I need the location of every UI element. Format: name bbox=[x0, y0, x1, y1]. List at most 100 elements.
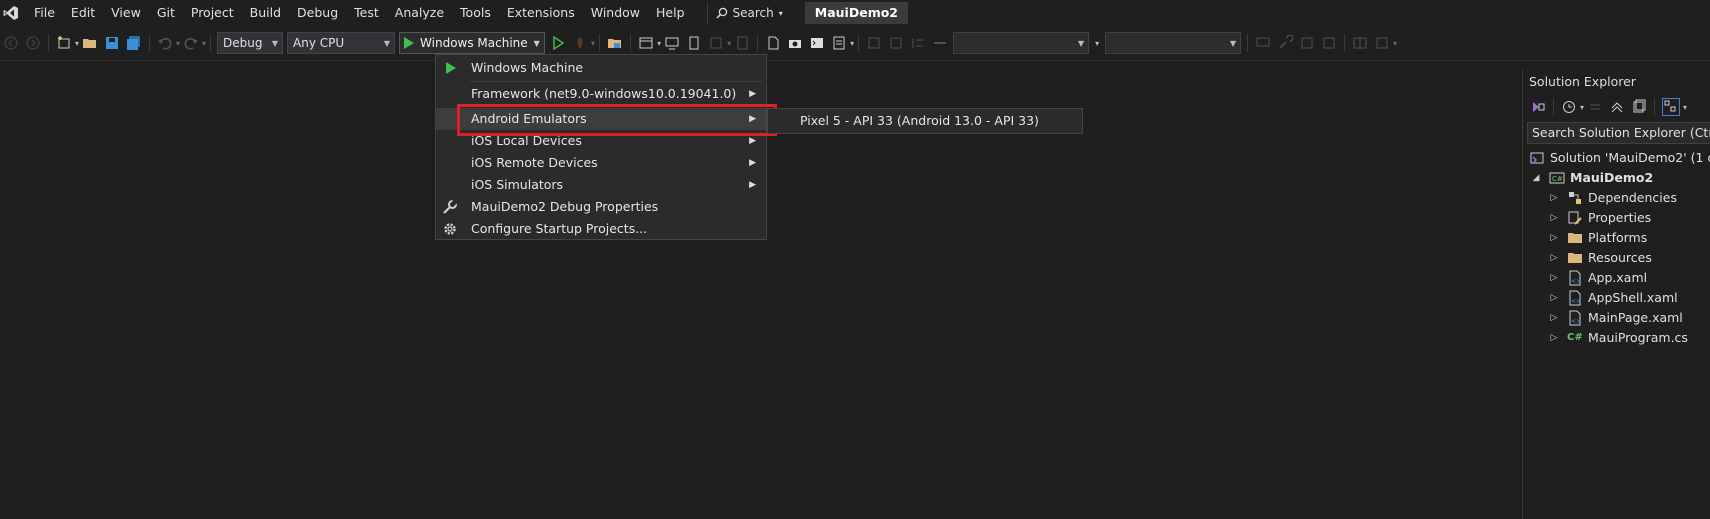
tree-item-platforms[interactable]: ▷ Platforms bbox=[1549, 228, 1648, 248]
horizontal-rule-icon[interactable] bbox=[932, 35, 948, 51]
tree-item-mainpage-xaml[interactable]: ▷ <> MainPage.xaml bbox=[1549, 308, 1683, 328]
device-icon[interactable] bbox=[686, 35, 702, 51]
tree-project-node[interactable]: ◢ C# MauiDemo2 bbox=[1531, 168, 1654, 188]
menu-test[interactable]: Test bbox=[346, 0, 387, 26]
wrench-icon[interactable] bbox=[1277, 34, 1294, 51]
menu-item-label: Configure Startup Projects... bbox=[471, 221, 648, 236]
snap-icon[interactable] bbox=[1299, 35, 1315, 51]
menu-extensions[interactable]: Extensions bbox=[499, 0, 583, 26]
collapsed-arrow-icon[interactable]: ▷ bbox=[1549, 188, 1559, 208]
monitor-icon[interactable] bbox=[664, 35, 680, 51]
chevron-down-icon[interactable]: ▾ bbox=[1393, 39, 1397, 48]
menu-help[interactable]: Help bbox=[648, 0, 693, 26]
save-all-icon[interactable] bbox=[126, 35, 142, 51]
tree-solution-node[interactable]: Solution 'MauiDemo2' (1 of 1 project) bbox=[1529, 148, 1710, 168]
align-icon[interactable] bbox=[866, 35, 882, 51]
chevron-down-icon[interactable]: ▾ bbox=[657, 39, 661, 48]
menu-analyze[interactable]: Analyze bbox=[387, 0, 452, 26]
menu-window[interactable]: Window bbox=[583, 0, 648, 26]
preview-selected-items-icon[interactable] bbox=[1662, 98, 1681, 116]
toolbar-empty-dropdown-2[interactable]: ▼ bbox=[1105, 32, 1242, 54]
properties-icon[interactable] bbox=[831, 35, 847, 51]
collapsed-arrow-icon[interactable]: ▷ bbox=[1549, 328, 1559, 348]
solution-configuration-dropdown[interactable]: Debug ▼ bbox=[217, 32, 284, 54]
grid-icon[interactable] bbox=[888, 35, 904, 51]
navigate-forward-icon[interactable] bbox=[25, 35, 41, 51]
menu-view[interactable]: View bbox=[103, 0, 149, 26]
tree-item-appshell-xaml[interactable]: ▷ <> AppShell.xaml bbox=[1549, 288, 1678, 308]
chevron-down-icon[interactable]: ▾ bbox=[591, 39, 595, 48]
show-all-files-icon[interactable] bbox=[1631, 99, 1647, 115]
menu-edit[interactable]: Edit bbox=[63, 0, 103, 26]
browse-folder-icon[interactable] bbox=[607, 35, 623, 51]
open-folder-icon[interactable] bbox=[82, 35, 98, 51]
visual-studio-logo-icon[interactable] bbox=[2, 4, 20, 22]
collapsed-arrow-icon[interactable]: ▷ bbox=[1549, 308, 1559, 328]
tree-item-properties[interactable]: ▷ Properties bbox=[1549, 208, 1652, 228]
menu-file[interactable]: File bbox=[26, 0, 63, 26]
expanded-arrow-icon[interactable]: ◢ bbox=[1531, 168, 1541, 188]
chevron-down-icon[interactable]: ▾ bbox=[727, 39, 731, 48]
menu-item-debug-properties[interactable]: MauiDemo2 Debug Properties bbox=[436, 196, 766, 218]
menu-item-ios-simulators[interactable]: iOS Simulators ▶ bbox=[436, 174, 766, 196]
navigate-back-icon[interactable] bbox=[3, 35, 19, 51]
save-icon[interactable] bbox=[104, 35, 120, 51]
layout-window-icon[interactable] bbox=[638, 35, 654, 51]
comment-icon[interactable] bbox=[1255, 35, 1271, 51]
chevron-down-icon[interactable]: ▼ bbox=[534, 39, 540, 48]
collapsed-arrow-icon[interactable]: ▷ bbox=[1549, 268, 1559, 288]
solution-name-badge[interactable]: MauiDemo2 bbox=[804, 2, 909, 24]
start-debugging-button[interactable]: Windows Machine ▼ bbox=[399, 32, 546, 54]
collapse-all-icon[interactable] bbox=[1609, 99, 1625, 115]
menu-item-framework[interactable]: Framework (net9.0-windows10.0.19041.0) ▶ bbox=[436, 83, 766, 105]
new-project-icon[interactable] bbox=[56, 35, 72, 51]
menu-item-configure-startup[interactable]: Configure Startup Projects... bbox=[436, 218, 766, 240]
page-icon[interactable] bbox=[734, 35, 750, 51]
document-icon[interactable] bbox=[765, 35, 781, 51]
tree-item-resources[interactable]: ▷ Resources bbox=[1549, 248, 1652, 268]
collapsed-arrow-icon[interactable]: ▷ bbox=[1549, 288, 1559, 308]
tree-item-app-xaml[interactable]: ▷ <> App.xaml bbox=[1549, 268, 1647, 288]
switch-views-icon[interactable] bbox=[1530, 99, 1546, 115]
collapsed-arrow-icon[interactable]: ▷ bbox=[1549, 248, 1559, 268]
format-icon[interactable] bbox=[910, 35, 926, 51]
chevron-down-icon[interactable]: ▾ bbox=[1683, 103, 1687, 112]
menu-item-ios-remote-devices[interactable]: iOS Remote Devices ▶ bbox=[436, 152, 766, 174]
collapsed-arrow-icon[interactable]: ▷ bbox=[1549, 228, 1559, 248]
bookmark-icon[interactable] bbox=[708, 35, 724, 51]
layout-icon[interactable] bbox=[1321, 35, 1337, 51]
tree-item-mauiprogram-cs[interactable]: ▷ C# MauiProgram.cs bbox=[1549, 328, 1688, 348]
menu-debug[interactable]: Debug bbox=[289, 0, 346, 26]
chevron-down-icon[interactable]: ▾ bbox=[850, 39, 854, 48]
chevron-down-icon: ▼ bbox=[271, 38, 279, 48]
chevron-down-icon[interactable]: ▾ bbox=[176, 39, 180, 48]
chevron-down-icon[interactable]: ▾ bbox=[202, 39, 206, 48]
android-emulator-submenu-item[interactable]: Pixel 5 - API 33 (Android 13.0 - API 33) bbox=[767, 108, 1083, 134]
toolbar-empty-dropdown-1[interactable]: ▼ bbox=[953, 32, 1090, 54]
menu-git[interactable]: Git bbox=[149, 0, 183, 26]
menu-build[interactable]: Build bbox=[242, 0, 289, 26]
solution-platform-dropdown[interactable]: Any CPU ▼ bbox=[287, 32, 396, 54]
svg-text:<>: <> bbox=[1571, 278, 1581, 285]
redo-icon[interactable] bbox=[183, 35, 199, 51]
table-icon[interactable] bbox=[1352, 35, 1368, 51]
menu-tools[interactable]: Tools bbox=[452, 0, 499, 26]
chevron-down-icon[interactable]: ▾ bbox=[1095, 39, 1099, 48]
camera-icon[interactable] bbox=[787, 35, 803, 51]
collapsed-arrow-icon[interactable]: ▷ bbox=[1549, 208, 1559, 228]
undo-icon[interactable] bbox=[157, 35, 173, 51]
hot-reload-icon[interactable] bbox=[572, 35, 588, 51]
merge-icon[interactable] bbox=[1374, 35, 1390, 51]
menu-project[interactable]: Project bbox=[183, 0, 242, 26]
start-without-debugging-icon[interactable] bbox=[550, 35, 566, 51]
tree-item-dependencies[interactable]: ▷ Dependencies bbox=[1549, 188, 1677, 208]
history-icon[interactable] bbox=[1561, 99, 1577, 115]
chevron-down-icon[interactable]: ▾ bbox=[75, 39, 79, 48]
terminal-icon[interactable] bbox=[809, 35, 825, 51]
menu-item-windows-machine[interactable]: Windows Machine bbox=[436, 57, 766, 79]
chevron-down-icon[interactable]: ▾ bbox=[1580, 103, 1584, 112]
sync-icon[interactable] bbox=[1587, 99, 1603, 115]
search-button[interactable]: Search ▾ bbox=[706, 2, 791, 24]
solution-explorer-search-input[interactable]: Search Solution Explorer (Ctrl+;) bbox=[1527, 122, 1710, 144]
toolbar-separator bbox=[1344, 34, 1346, 52]
